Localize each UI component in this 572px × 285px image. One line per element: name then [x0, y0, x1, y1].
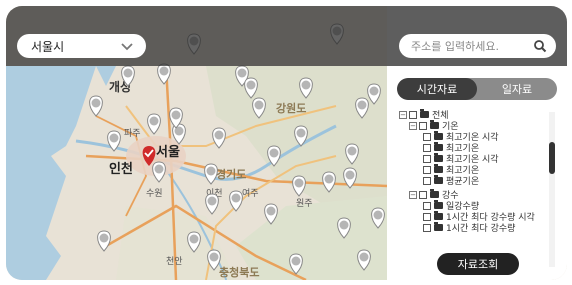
folder-icon	[420, 109, 429, 118]
map-marker-pin[interactable]	[371, 207, 385, 229]
map-marker-pin[interactable]	[121, 65, 135, 87]
selected-map-marker-pin[interactable]	[142, 146, 156, 166]
element-tree: − 전체 − 기온 최고기온 시각 최고기온 최고기온 시각 최고기온 평균기온 −…	[399, 109, 549, 249]
checkbox[interactable]	[423, 165, 431, 174]
tree-label: 1시간 최다 강수량	[446, 224, 516, 234]
map-marker-pin[interactable]	[267, 145, 281, 167]
address-search-input[interactable]: 주소를 입력하세요.	[399, 34, 556, 58]
map-marker-pin[interactable]	[252, 97, 266, 119]
checkbox[interactable]	[409, 110, 417, 119]
map-marker-pin[interactable]	[147, 113, 161, 135]
app-frame: 개성 강원도 파주 인천 서울 수원 이천 경기도 충청북도 천안 원주 여주 …	[6, 6, 567, 280]
map-marker-pin[interactable]	[152, 161, 166, 183]
map-marker-pin[interactable]	[89, 95, 103, 117]
collapse-icon[interactable]: −	[409, 121, 417, 130]
map-marker-pin[interactable]	[229, 190, 243, 212]
map-marker-pin[interactable]	[345, 143, 359, 165]
checkbox[interactable]	[423, 176, 431, 185]
tree-label: 평균기온	[446, 177, 480, 187]
tree-row-item[interactable]: 1시간 최다 강수량	[423, 222, 516, 234]
map-marker-pin[interactable]	[355, 97, 369, 119]
tab-daily[interactable]: 일자료	[477, 78, 557, 100]
region-select-value: 서울시	[31, 39, 65, 54]
map-marker-pin[interactable]	[204, 163, 218, 185]
folder-icon	[434, 175, 443, 184]
map-marker-pin[interactable]	[212, 127, 226, 149]
folder-icon	[434, 153, 443, 162]
folder-icon	[434, 211, 443, 220]
map-marker-pin[interactable]	[322, 171, 336, 193]
collapse-icon[interactable]: −	[409, 190, 417, 199]
folder-icon	[430, 120, 439, 129]
search-icon[interactable]	[533, 39, 547, 53]
search-placeholder: 주소를 입력하세요.	[411, 40, 499, 53]
checkbox[interactable]	[423, 212, 431, 221]
query-button[interactable]: 자료조회	[437, 253, 519, 275]
map-marker-pin[interactable]	[294, 125, 308, 147]
folder-icon	[434, 222, 443, 231]
map-marker-pin[interactable]	[107, 130, 121, 152]
tree-scrollbar-track[interactable]	[549, 112, 555, 267]
side-panel: 주소를 입력하세요. 시간자료 일자료 − 전체 − 기온 최고기온 시각 최고기온…	[387, 6, 567, 280]
checkbox[interactable]	[423, 201, 431, 210]
map-marker-pin[interactable]	[289, 253, 303, 275]
tab-hourly[interactable]: 시간자료	[397, 78, 477, 100]
checkbox[interactable]	[423, 143, 431, 152]
tree-row-item[interactable]: 평균기온	[423, 175, 480, 187]
checkbox[interactable]	[423, 132, 431, 141]
region-select[interactable]: 서울시	[17, 34, 146, 58]
map-marker-pin[interactable]	[157, 63, 171, 85]
checkbox[interactable]	[423, 223, 431, 232]
map-marker-pin[interactable]	[97, 230, 111, 252]
tree-scrollbar-thumb[interactable]	[549, 142, 555, 174]
checkbox[interactable]	[423, 154, 431, 163]
checkbox[interactable]	[419, 121, 427, 130]
map-marker-pin[interactable]	[207, 249, 221, 271]
collapse-icon[interactable]: −	[399, 110, 407, 119]
folder-icon	[434, 131, 443, 140]
chevron-down-icon	[121, 43, 133, 51]
map-marker-pin[interactable]	[292, 175, 306, 197]
map-marker-pin[interactable]	[357, 249, 371, 271]
map-marker-pin[interactable]	[343, 167, 357, 189]
map-marker-pin[interactable]	[205, 193, 219, 215]
folder-icon	[430, 189, 439, 198]
folder-icon	[434, 200, 443, 209]
map-marker-pin[interactable]	[337, 217, 351, 239]
checkbox[interactable]	[419, 190, 427, 199]
map-marker-pin[interactable]	[187, 231, 201, 253]
data-type-tabs: 시간자료 일자료	[397, 78, 557, 100]
map-marker-pin[interactable]	[244, 77, 258, 99]
map-marker-pin[interactable]	[299, 77, 313, 99]
map-marker-pin[interactable]	[264, 203, 278, 225]
map-marker-pin[interactable]	[367, 83, 381, 105]
folder-icon	[434, 142, 443, 151]
folder-icon	[434, 164, 443, 173]
